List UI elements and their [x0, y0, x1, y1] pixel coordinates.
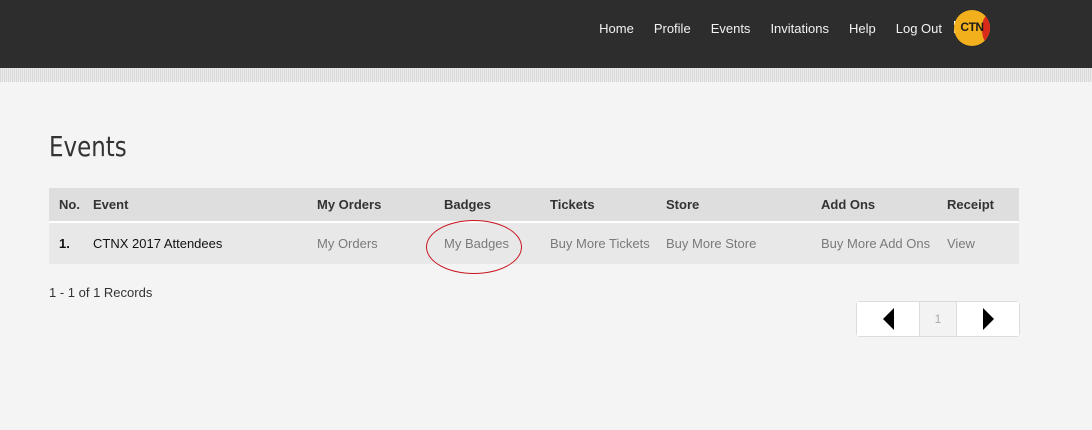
- nav-events[interactable]: Events: [711, 21, 751, 36]
- pagination: 1: [856, 301, 1020, 337]
- row-number: 1.: [49, 222, 83, 264]
- col-header-add-ons: Add Ons: [811, 188, 937, 223]
- col-header-store: Store: [656, 188, 811, 223]
- col-header-receipt: Receipt: [937, 188, 1019, 223]
- event-name: CTNX 2017 Attendees: [83, 222, 307, 264]
- col-header-tickets: Tickets: [540, 188, 656, 223]
- next-page-button[interactable]: [957, 302, 1019, 336]
- page-title: Events: [49, 130, 127, 163]
- col-header-no: No.: [49, 188, 83, 223]
- prev-page-button[interactable]: [857, 302, 920, 336]
- logo-text: CTN: [960, 20, 984, 34]
- triangle-left-icon: [882, 308, 894, 330]
- col-header-event: Event: [83, 188, 307, 223]
- triangle-right-icon: [982, 308, 994, 330]
- navbar-bottom-texture: [0, 68, 1092, 82]
- my-orders-link[interactable]: My Orders: [307, 222, 434, 264]
- nav-invitations[interactable]: Invitations: [770, 21, 829, 36]
- top-navbar: Home Profile Events Invitations Help Log…: [0, 0, 1092, 68]
- view-receipt-link[interactable]: View: [937, 222, 1019, 264]
- table-row: 1. CTNX 2017 Attendees My Orders My Badg…: [49, 222, 1019, 264]
- nav-profile[interactable]: Profile: [654, 21, 691, 36]
- nav-logout[interactable]: Log Out: [896, 21, 942, 36]
- table-header-row: No. Event My Orders Badges Tickets Store…: [49, 188, 1019, 223]
- col-header-badges: Badges: [434, 188, 540, 223]
- records-count: 1 - 1 of 1 Records: [49, 285, 153, 300]
- col-header-my-orders: My Orders: [307, 188, 434, 223]
- highlight-circle-annotation: [426, 220, 522, 274]
- buy-more-store-link[interactable]: Buy More Store: [656, 222, 811, 264]
- buy-more-tickets-link[interactable]: Buy More Tickets: [540, 222, 656, 264]
- nav-help[interactable]: Help: [849, 21, 876, 36]
- ctn-logo[interactable]: CTN: [954, 10, 990, 46]
- nav-home[interactable]: Home: [599, 21, 634, 36]
- main-nav: Home Profile Events Invitations Help Log…: [579, 0, 970, 56]
- buy-more-add-ons-link[interactable]: Buy More Add Ons: [811, 222, 937, 264]
- events-table: No. Event My Orders Badges Tickets Store…: [49, 188, 1019, 264]
- current-page[interactable]: 1: [920, 302, 957, 336]
